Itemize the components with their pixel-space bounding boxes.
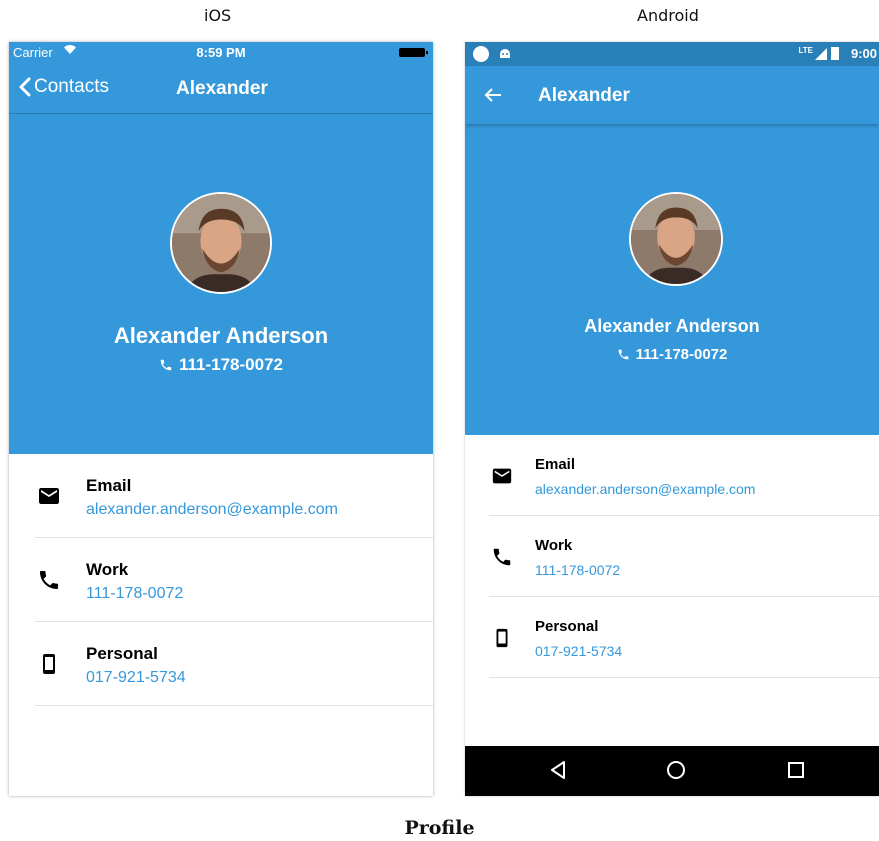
app-notification-icon — [473, 46, 489, 62]
back-label: Contacts — [34, 76, 109, 97]
recents-icon[interactable] — [787, 760, 805, 785]
chevron-left-icon — [19, 77, 31, 97]
list-item-personal[interactable]: Personal 017-921-5734 — [35, 622, 433, 706]
home-icon[interactable] — [666, 760, 686, 785]
list-item-work[interactable]: Work 111-178-0072 — [489, 516, 879, 597]
status-time: 8:59 PM — [196, 45, 246, 60]
list-item-email[interactable]: Email alexander.anderson@example.com — [489, 435, 879, 516]
row-label: Work — [535, 537, 573, 554]
list-item-personal[interactable]: Personal 017-921-5734 — [489, 597, 879, 678]
ios-screen: Carrier 8:59 PM Contacts Alexander Alexa… — [9, 42, 433, 796]
back-button[interactable]: Contacts — [19, 76, 109, 98]
row-label: Email — [535, 456, 576, 473]
smartphone-icon — [37, 652, 61, 681]
back-arrow-icon[interactable] — [483, 85, 503, 110]
figure-caption: Profile — [404, 817, 475, 839]
row-label: Work — [86, 560, 129, 579]
network-type-label: LTE — [798, 46, 813, 55]
avatar — [170, 192, 272, 294]
status-bar: Carrier 8:59 PM — [9, 42, 433, 62]
mail-icon — [37, 484, 61, 513]
navigation-bar: Contacts Alexander — [9, 62, 433, 114]
row-value[interactable]: 017-921-5734 — [86, 669, 186, 687]
contact-phone-number: 111-178-0072 — [179, 355, 283, 374]
contact-phone[interactable]: 111-178-0072 — [9, 355, 433, 375]
row-label: Personal — [86, 644, 158, 663]
android-screen: LTE 9:00 Alexander Alexander Anderson 11… — [465, 42, 879, 796]
row-value[interactable]: 111-178-0072 — [535, 562, 620, 578]
phone-icon — [618, 349, 628, 360]
phone-icon — [37, 568, 61, 597]
ios-platform-label: iOS — [204, 6, 232, 25]
row-value[interactable]: 017-921-5734 — [535, 643, 622, 659]
contact-name: Alexander Anderson — [584, 316, 760, 336]
list-item-email[interactable]: Email alexander.anderson@example.com — [35, 454, 433, 538]
phone-icon — [160, 359, 172, 371]
detail-list: Email alexander.anderson@example.com Wor… — [489, 435, 879, 678]
profile-header: Carrier 8:59 PM Contacts Alexander Alexa… — [9, 42, 433, 454]
contact-phone[interactable]: 111-178-0072 — [465, 346, 879, 363]
contact-phone-number: 111-178-0072 — [635, 346, 728, 363]
back-icon[interactable] — [549, 760, 567, 785]
contact-name: Alexander Anderson — [113, 323, 329, 348]
toolbar-title: Alexander — [538, 85, 630, 106]
detail-list: Email alexander.anderson@example.com Wor… — [35, 454, 433, 706]
avatar — [629, 192, 723, 286]
android-platform-label: Android — [637, 6, 699, 25]
system-navigation-bar — [465, 746, 879, 796]
battery-icon — [399, 48, 428, 57]
app-toolbar: Alexander — [465, 66, 879, 124]
smartphone-icon — [491, 627, 513, 654]
list-item-work[interactable]: Work 111-178-0072 — [35, 538, 433, 622]
row-value[interactable]: alexander.anderson@example.com — [86, 501, 338, 519]
battery-icon — [831, 47, 839, 60]
row-label: Email — [86, 476, 132, 495]
row-value[interactable]: alexander.anderson@example.com — [535, 481, 755, 497]
status-bar: LTE 9:00 — [465, 42, 879, 66]
row-label: Personal — [535, 618, 599, 635]
mail-icon — [491, 465, 513, 492]
signal-icon — [815, 48, 827, 63]
phone-icon — [491, 546, 513, 573]
status-time: 9:00 — [850, 46, 877, 61]
android-robot-icon — [498, 46, 512, 60]
nav-title: Alexander — [176, 78, 268, 99]
row-value[interactable]: 111-178-0072 — [86, 585, 183, 603]
